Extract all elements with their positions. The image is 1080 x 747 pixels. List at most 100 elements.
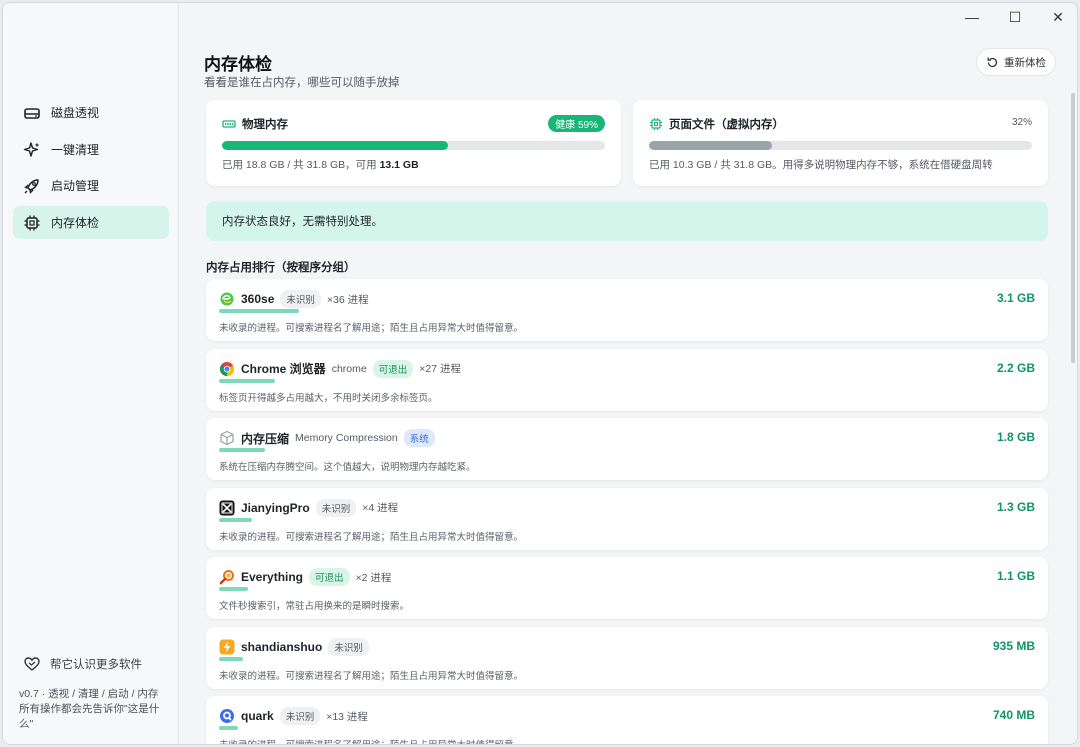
process-count: ×27 进程 — [419, 363, 461, 375]
physical-memory-usage: 已用 18.8 GB / 共 31.8 GB，可用 — [222, 159, 377, 171]
physical-memory-fill — [222, 141, 448, 150]
pagefile-bar — [649, 141, 1032, 150]
process-row[interactable]: quark 未识别 ×13 进程 740 MB 未收录的进程。可搜索进程名了解用… — [206, 696, 1048, 744]
help-identify-label: 帮它认识更多软件 — [50, 659, 142, 671]
section-title: 内存占用排行（按程序分组） — [206, 262, 356, 274]
process-size: 1.1 GB — [996, 569, 1035, 583]
page-subtitle: 看看是谁在占内存，哪些可以随手放掉 — [204, 77, 400, 89]
everything-icon — [219, 569, 235, 585]
process-count: ×36 进程 — [326, 293, 369, 306]
physical-memory-bar — [222, 141, 605, 150]
360se-icon — [219, 291, 235, 307]
pagefile-percent: 32% — [1011, 117, 1032, 128]
process-description: 系统在压缩内存腾空间。这个值越大，说明物理内存越吃紧。 — [219, 462, 476, 473]
process-count: ×4 进程 — [362, 502, 399, 514]
disk-icon — [23, 104, 41, 122]
process-row[interactable]: Everything 可退出 ×2 进程 1.1 GB 文件秒搜索引，常驻占用换… — [206, 557, 1048, 619]
recheck-label: 重新体检 — [1004, 56, 1046, 69]
process-size: 740 MB — [992, 708, 1035, 722]
process-usage-bar — [219, 656, 243, 661]
process-size: 1.8 GB — [996, 430, 1035, 444]
process-row[interactable]: Chrome 浏览器 chrome 可退出 ×27 进程 2.2 GB 标签页开… — [206, 348, 1048, 411]
process-tag: 可退出 — [309, 568, 350, 586]
process-size: 935 MB — [992, 638, 1035, 653]
sidebar-item-label: 一键清理 — [51, 143, 100, 157]
process-name: 内存压缩 — [241, 431, 290, 446]
process-usage-bar — [219, 309, 299, 313]
physical-memory-header: 物理内存 — [222, 116, 288, 132]
process-count: ×13 进程 — [326, 710, 368, 723]
process-size: 3.1 GB — [996, 291, 1035, 305]
help-identify-link[interactable]: 帮它认识更多软件 — [23, 655, 142, 673]
process-name: Everything — [241, 570, 304, 584]
process-name: Chrome 浏览器 — [241, 362, 326, 376]
process-header: 内存压缩 Memory Compression 系统 — [219, 429, 441, 447]
chip-icon — [649, 117, 663, 131]
process-tag: 未识别 — [315, 498, 357, 517]
sidebar-item-memory[interactable]: 内存体检 — [13, 206, 169, 239]
refresh-icon — [986, 56, 999, 69]
physical-memory-free: 13.1 GB — [379, 159, 419, 171]
process-row[interactable]: JianyingPro 未识别 ×4 进程 1.3 GB 未收录的进程。可搜索进… — [206, 487, 1048, 550]
sidebar: 磁盘透视 一键清理 启动管理 内存体检 帮它认识更多软件 v0.7 · 透视 /… — [3, 3, 179, 744]
process-header: quark 未识别 ×13 进程 — [219, 707, 368, 725]
process-row[interactable]: 360se 未识别 ×36 进程 3.1 GB 未收录的进程。可搜索进程名了解用… — [206, 279, 1048, 341]
process-tag: 未识别 — [328, 637, 369, 656]
sidebar-item-disk[interactable]: 磁盘透视 — [13, 96, 169, 129]
process-header: Everything 可退出 ×2 进程 — [219, 568, 391, 586]
process-usage-bar — [219, 726, 238, 730]
physical-memory-title: 物理内存 — [242, 119, 288, 131]
process-tag: 未识别 — [280, 290, 321, 308]
process-count: ×2 进程 — [355, 571, 392, 584]
health-badge: 健康 59% — [548, 115, 605, 132]
quark-icon — [219, 708, 235, 724]
cube-icon — [219, 430, 235, 446]
process-usage-bar — [219, 587, 248, 591]
process-tag: 可退出 — [372, 359, 414, 378]
chrome-icon — [219, 361, 235, 377]
ram-icon — [222, 117, 236, 131]
pagefile-fill — [649, 141, 772, 150]
process-header: Chrome 浏览器 chrome 可退出 ×27 进程 — [219, 359, 461, 378]
process-name: JianyingPro — [241, 500, 310, 515]
process-description: 未收录的进程。可搜索进程名了解用途；陌生且占用异常大时值得留意。 — [219, 737, 523, 744]
chip-icon — [23, 214, 41, 232]
version-info: v0.7 · 透视 / 清理 / 启动 / 内存 所有操作都会先告诉你"这是什 … — [19, 687, 169, 732]
lightning-icon — [219, 639, 235, 655]
sidebar-item-startup[interactable]: 启动管理 — [13, 169, 169, 202]
pagefile-info: 已用 10.3 GB / 共 31.8 GB。用得多说明物理内存不够，系统在借硬… — [649, 159, 993, 171]
status-banner: 内存状态良好，无需特别处理。 — [206, 201, 1048, 241]
process-size: 1.3 GB — [996, 499, 1035, 514]
heart-hands-icon — [23, 655, 41, 673]
process-name: quark — [241, 709, 274, 723]
process-name: 360se — [241, 292, 275, 306]
rocket-icon — [23, 177, 41, 195]
process-description: 未收录的进程。可搜索进程名了解用途；陌生且占用异常大时值得留意。 — [219, 670, 524, 682]
process-description: 未收录的进程。可搜索进程名了解用途；陌生且占用异常大时值得留意。 — [219, 531, 524, 543]
app-window: — ☐ ✕ 磁盘透视 一键清理 启动管理 内存体检 帮它认识更多软件 v0.7 … — [2, 2, 1078, 745]
process-usage-bar — [219, 378, 275, 383]
process-subname: chrome — [331, 362, 367, 375]
pagefile-card: 页面文件（虚拟内存） 32% 已用 10.3 GB / 共 31.8 GB。用得… — [633, 100, 1048, 186]
recheck-button[interactable]: 重新体检 — [976, 48, 1056, 76]
process-tag: 系统 — [403, 429, 435, 447]
process-row[interactable]: shandianshuo 未识别 935 MB 未收录的进程。可搜索进程名了解用… — [206, 626, 1048, 689]
version-line: 么" — [19, 718, 34, 730]
process-description: 标签页开得越多占用越大，不用时关闭多余标签页。 — [219, 392, 438, 404]
version-line: v0.7 · 透视 / 清理 / 启动 / 内存 — [19, 688, 159, 700]
sidebar-item-label: 磁盘透视 — [51, 106, 100, 120]
sparkle-icon — [23, 141, 41, 159]
process-usage-bar — [219, 517, 252, 522]
sidebar-item-label: 启动管理 — [51, 179, 100, 193]
process-row[interactable]: 内存压缩 Memory Compression 系统 1.8 GB 系统在压缩内… — [206, 418, 1048, 480]
process-subname: Memory Compression — [295, 432, 398, 444]
jianying-icon — [219, 500, 235, 516]
process-description: 未收录的进程。可搜索进程名了解用途；陌生且占用异常大时值得留意。 — [219, 323, 524, 334]
physical-memory-card: 物理内存 健康 59% 已用 18.8 GB / 共 31.8 GB，可用 13… — [206, 100, 621, 186]
process-tag: 未识别 — [279, 707, 321, 725]
main-content: 内存体检 看看是谁在占内存，哪些可以随手放掉 重新体检 物理内存 健康 59% … — [180, 3, 1077, 744]
pagefile-header: 页面文件（虚拟内存） — [649, 116, 784, 132]
process-name: shandianshuo — [241, 639, 323, 654]
sidebar-item-cleanup[interactable]: 一键清理 — [13, 133, 169, 166]
scrollbar[interactable] — [1071, 93, 1075, 363]
